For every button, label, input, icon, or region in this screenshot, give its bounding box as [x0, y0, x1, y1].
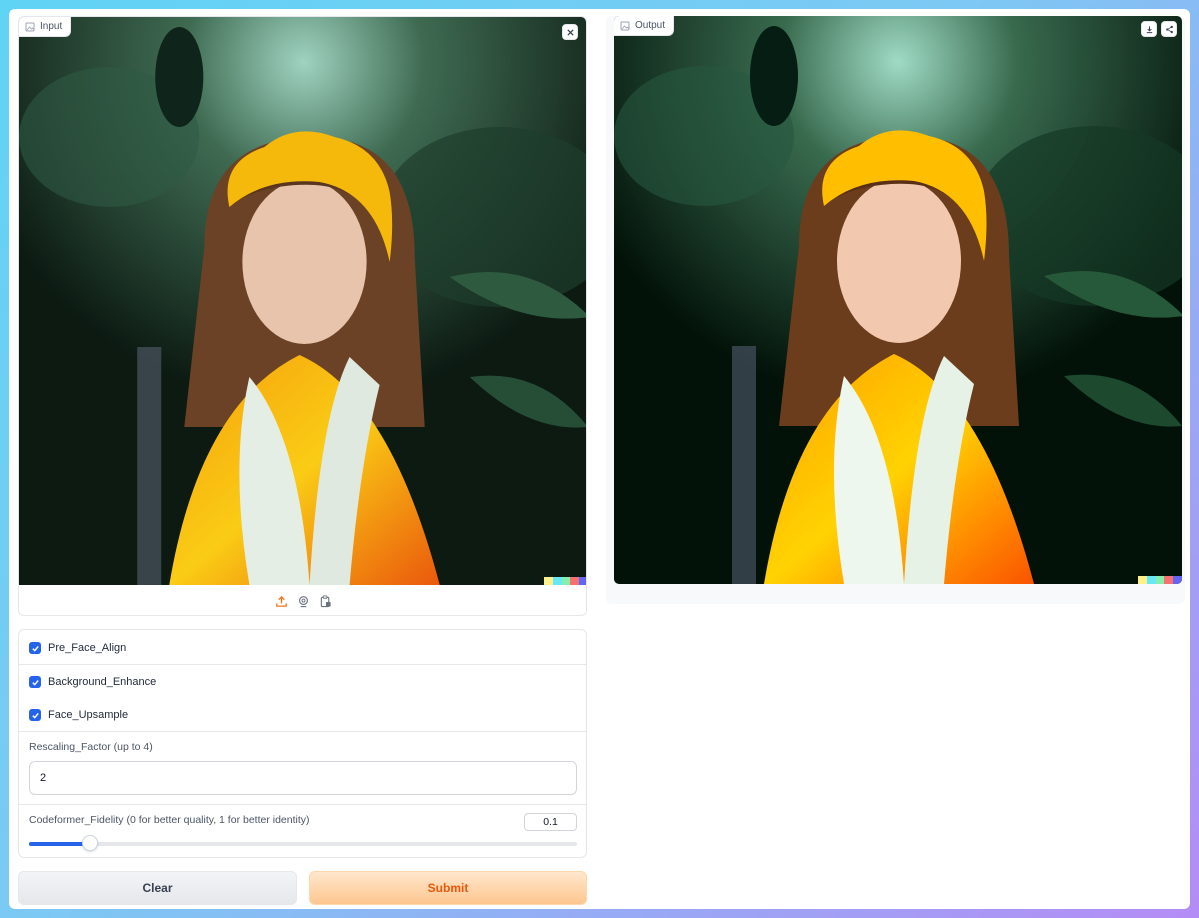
output-label: Output	[635, 20, 666, 31]
submit-button[interactable]: Submit	[309, 871, 587, 905]
input-image-panel[interactable]: Input	[18, 16, 587, 616]
options-panel: Pre_Face_Align Background_Enhance Face_U…	[18, 629, 587, 858]
face-upsample-label: Face_Upsample	[48, 709, 129, 721]
slider-thumb[interactable]	[82, 835, 99, 851]
background-enhance-row[interactable]: Background_Enhance	[19, 674, 586, 690]
rescaling-factor-input[interactable]	[29, 761, 577, 795]
palette-swatch	[561, 577, 571, 585]
divider	[19, 664, 586, 665]
app-frame: Input Output Pre_Face_Align Background_E…	[9, 9, 1190, 909]
download-icon[interactable]	[1141, 21, 1157, 37]
output-image: Output	[614, 16, 1182, 584]
input-image[interactable]	[19, 17, 587, 585]
pre-face-align-row[interactable]: Pre_Face_Align	[19, 640, 586, 656]
divider	[19, 731, 586, 732]
share-icon[interactable]	[1161, 21, 1177, 37]
palette-swatch	[1164, 576, 1174, 584]
close-icon[interactable]	[562, 24, 578, 40]
color-palette-strip	[544, 577, 586, 585]
codeformer-fidelity-label: Codeformer_Fidelity (0 for better qualit…	[29, 814, 310, 826]
image-icon	[620, 21, 630, 30]
output-photo	[614, 16, 1182, 584]
webcam-icon[interactable]	[297, 594, 311, 608]
input-photo	[19, 17, 587, 585]
palette-swatch	[579, 577, 586, 585]
palette-swatch	[552, 577, 562, 585]
face-upsample-row[interactable]: Face_Upsample	[19, 707, 586, 723]
input-label-tag: Input	[19, 17, 72, 37]
rescaling-factor-label: Rescaling_Factor (up to 4)	[29, 741, 153, 753]
face-upsample-checkbox[interactable]	[29, 709, 41, 721]
palette-swatch	[570, 577, 580, 585]
color-palette-strip	[1138, 576, 1182, 584]
palette-swatch	[544, 577, 553, 585]
palette-swatch	[1146, 576, 1156, 584]
pre-face-align-checkbox[interactable]	[29, 642, 41, 654]
input-label: Input	[40, 21, 63, 32]
output-image-panel: Output	[606, 16, 1185, 604]
palette-swatch	[1155, 576, 1165, 584]
palette-swatch	[1138, 576, 1147, 584]
background-enhance-label: Background_Enhance	[48, 676, 157, 688]
divider	[19, 804, 586, 805]
image-icon	[25, 22, 35, 31]
slider-fill	[29, 842, 91, 846]
source-selector	[19, 585, 586, 615]
codeformer-fidelity-slider[interactable]	[29, 835, 577, 851]
clear-button[interactable]: Clear	[18, 871, 297, 905]
background-enhance-checkbox[interactable]	[29, 676, 41, 688]
codeformer-fidelity-number[interactable]	[524, 813, 577, 831]
palette-swatch	[1173, 576, 1182, 584]
upload-icon[interactable]	[275, 594, 289, 608]
clipboard-icon[interactable]	[319, 594, 333, 608]
pre-face-align-label: Pre_Face_Align	[48, 642, 127, 654]
output-label-tag: Output	[614, 16, 675, 36]
